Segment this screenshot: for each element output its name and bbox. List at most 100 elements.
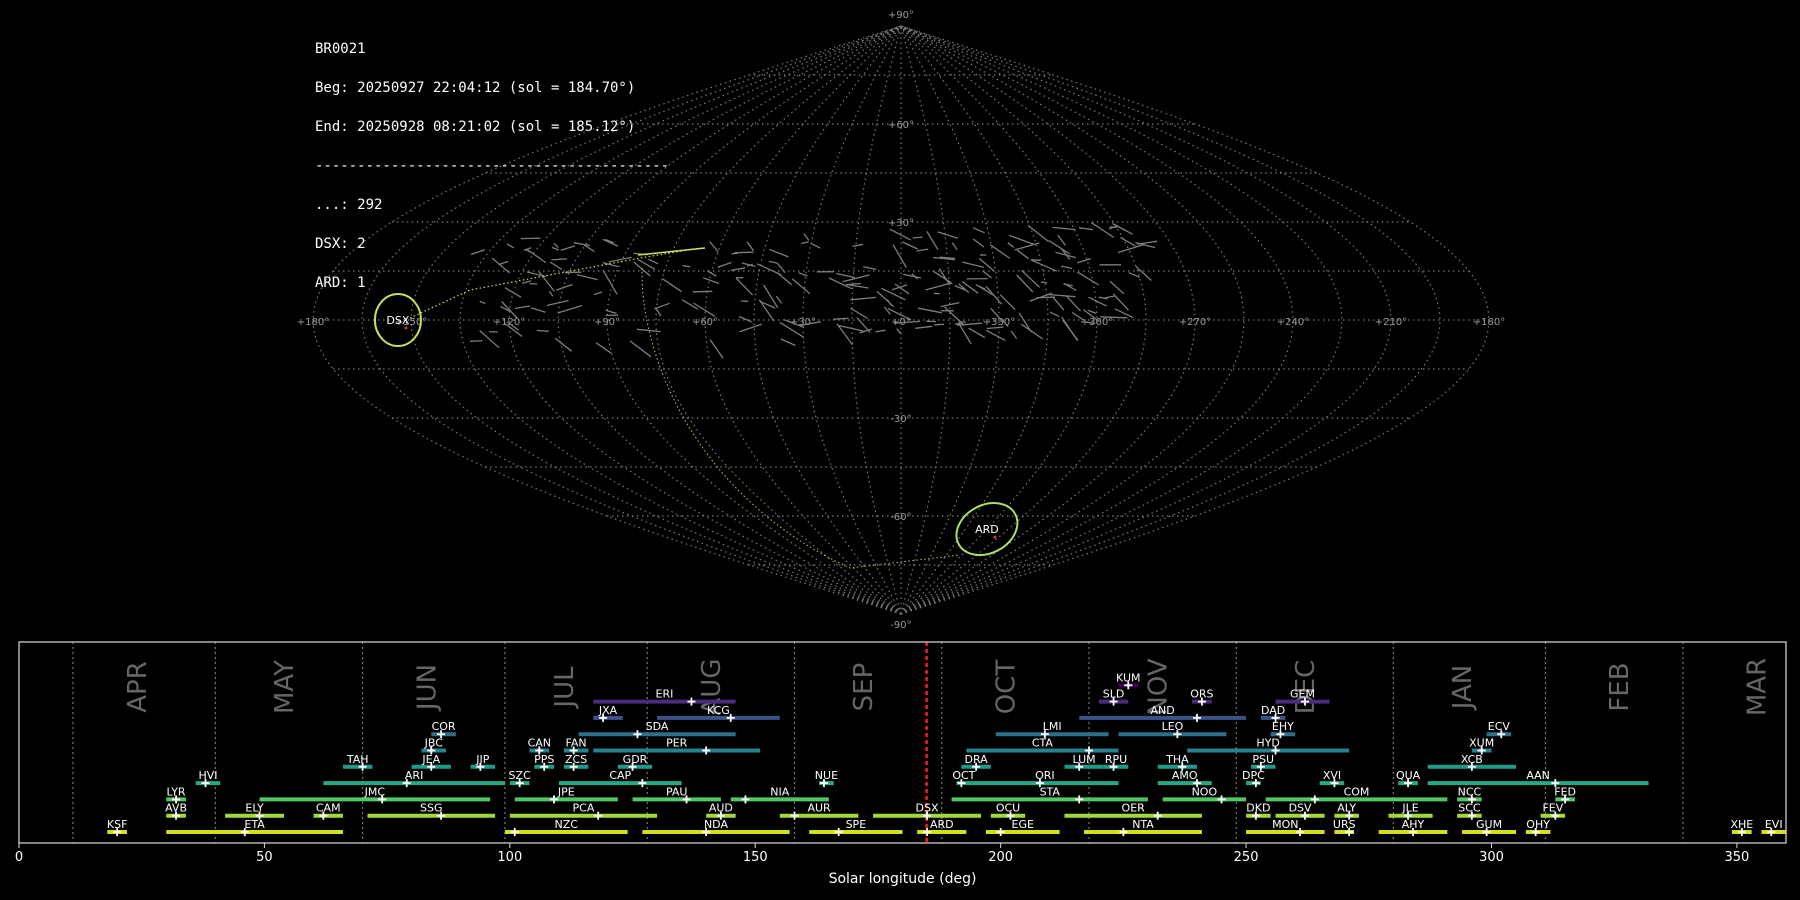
shower-label: LEO	[1162, 720, 1184, 733]
shower-label: AMO	[1172, 769, 1198, 782]
month-label: JUN	[412, 664, 442, 712]
meteor-trail	[1057, 234, 1066, 246]
shower-label: PAU	[666, 785, 688, 798]
shower-amo: AMO	[1157, 769, 1212, 788]
shower-label: DAD	[1261, 704, 1285, 717]
meteor-trail	[849, 307, 869, 320]
lon-label: +240°	[1277, 317, 1309, 328]
shower-label: CTA	[1032, 737, 1054, 750]
shower-lyr: LYR	[166, 785, 186, 804]
shower-label: NOO	[1192, 785, 1218, 798]
meteor-trail	[546, 299, 569, 307]
lat-label: -30°	[890, 414, 911, 425]
meteor-trail	[498, 260, 509, 266]
shower-cta: CTA	[966, 737, 1119, 755]
shower-label: THA	[1165, 753, 1189, 766]
shower-label: JPE	[557, 785, 575, 798]
shower-label: NIA	[770, 785, 789, 798]
x-tick-label: 200	[988, 850, 1013, 865]
shower-label: FEV	[1542, 802, 1563, 815]
meteor-trail	[717, 261, 732, 268]
lat-label: -60°	[890, 512, 911, 523]
shower-label: PER	[666, 737, 688, 750]
shower-and: AND	[1079, 704, 1247, 722]
shower-ssg: SSG	[367, 802, 496, 820]
meteor-trail	[892, 244, 907, 268]
meteor-trail	[1048, 293, 1076, 298]
meteor-trail	[629, 340, 652, 358]
meteor-trail	[709, 241, 719, 253]
lat-label: -90°	[890, 620, 911, 630]
meteor-trail	[735, 277, 753, 296]
meteor-trail	[706, 270, 717, 277]
meteor-trail	[536, 329, 549, 332]
meteor-trail	[1109, 280, 1125, 295]
meteor-trail	[529, 282, 538, 285]
meteor-trail	[985, 285, 1003, 305]
meteor-trail	[926, 230, 939, 251]
shower-noo: NOO	[1162, 785, 1247, 804]
meteor-trail	[1014, 242, 1040, 251]
shower-fan: FAN	[563, 737, 589, 755]
meteor-trail	[925, 282, 952, 291]
radiant-ard: ARD	[955, 502, 1019, 557]
shower-lum: LUM	[1064, 753, 1104, 771]
shower-label: OCU	[996, 802, 1020, 815]
meteor-trail	[602, 269, 618, 295]
shower-label: DPC	[1242, 769, 1265, 782]
shower-label: KUM	[1116, 671, 1140, 684]
shower-per: PER	[593, 737, 761, 755]
shower-xvi: XVI	[1319, 769, 1345, 788]
meteor-trail	[746, 241, 755, 252]
meteor-trail	[1016, 274, 1034, 293]
shower-label: KSF	[107, 818, 128, 831]
shower-label: PPS	[534, 753, 554, 766]
shower-dad: DAD	[1260, 704, 1286, 722]
month-label: APR	[123, 661, 153, 713]
meteor-trail	[1078, 227, 1093, 231]
meteor-trail	[608, 256, 632, 263]
meteor-trail	[975, 283, 995, 296]
shower-jpe: JPE	[514, 785, 618, 804]
meteor-trail	[557, 304, 583, 314]
meteor-trail	[883, 306, 891, 315]
shower-label: TAH	[346, 753, 369, 766]
meteor-trail	[916, 248, 929, 252]
lat-label: +60°	[888, 120, 914, 131]
shower-label: CAM	[316, 802, 341, 815]
shower-kum: KUM	[1116, 671, 1141, 690]
shower-dpc: DPC	[1242, 769, 1265, 788]
meteor-trail	[469, 339, 483, 342]
shower-label: SSG	[420, 802, 443, 815]
meteor-trail	[961, 281, 979, 294]
shower-ahy: AHY	[1378, 818, 1448, 836]
x-tick-label: 100	[497, 850, 522, 865]
meteor-trail	[576, 273, 598, 281]
meteor-trail	[801, 241, 809, 245]
meteor-trail	[555, 283, 573, 291]
shower-label: DKD	[1246, 802, 1270, 815]
meteor-trail	[693, 302, 716, 317]
meteor-trail	[506, 243, 515, 249]
meteor-trail	[917, 307, 943, 314]
shower-label: CAN	[528, 737, 551, 750]
shower-mon: MON	[1246, 818, 1325, 836]
meteor-trail	[1120, 236, 1136, 247]
shower-label: EGE	[1012, 818, 1034, 831]
shower-label: FAN	[566, 737, 587, 750]
shower-label: AHY	[1402, 818, 1425, 831]
x-axis-label: Solar longitude (deg)	[829, 871, 977, 887]
shower-label: DRA	[965, 753, 989, 766]
shower-label: NUE	[815, 769, 838, 782]
meteor-trail	[863, 266, 877, 271]
shower-label: AUD	[709, 802, 733, 815]
meteor-trail	[838, 324, 864, 332]
shower-label: CAP	[609, 769, 631, 782]
shower-label: XHE	[1730, 818, 1753, 831]
meteor-trail	[504, 287, 522, 298]
shower-nue: NUE	[815, 769, 838, 788]
meteor-trail	[1007, 242, 1015, 248]
meteor-trail	[791, 278, 811, 295]
meteor-trail	[702, 277, 720, 285]
shower-urs: URS	[1333, 818, 1356, 836]
